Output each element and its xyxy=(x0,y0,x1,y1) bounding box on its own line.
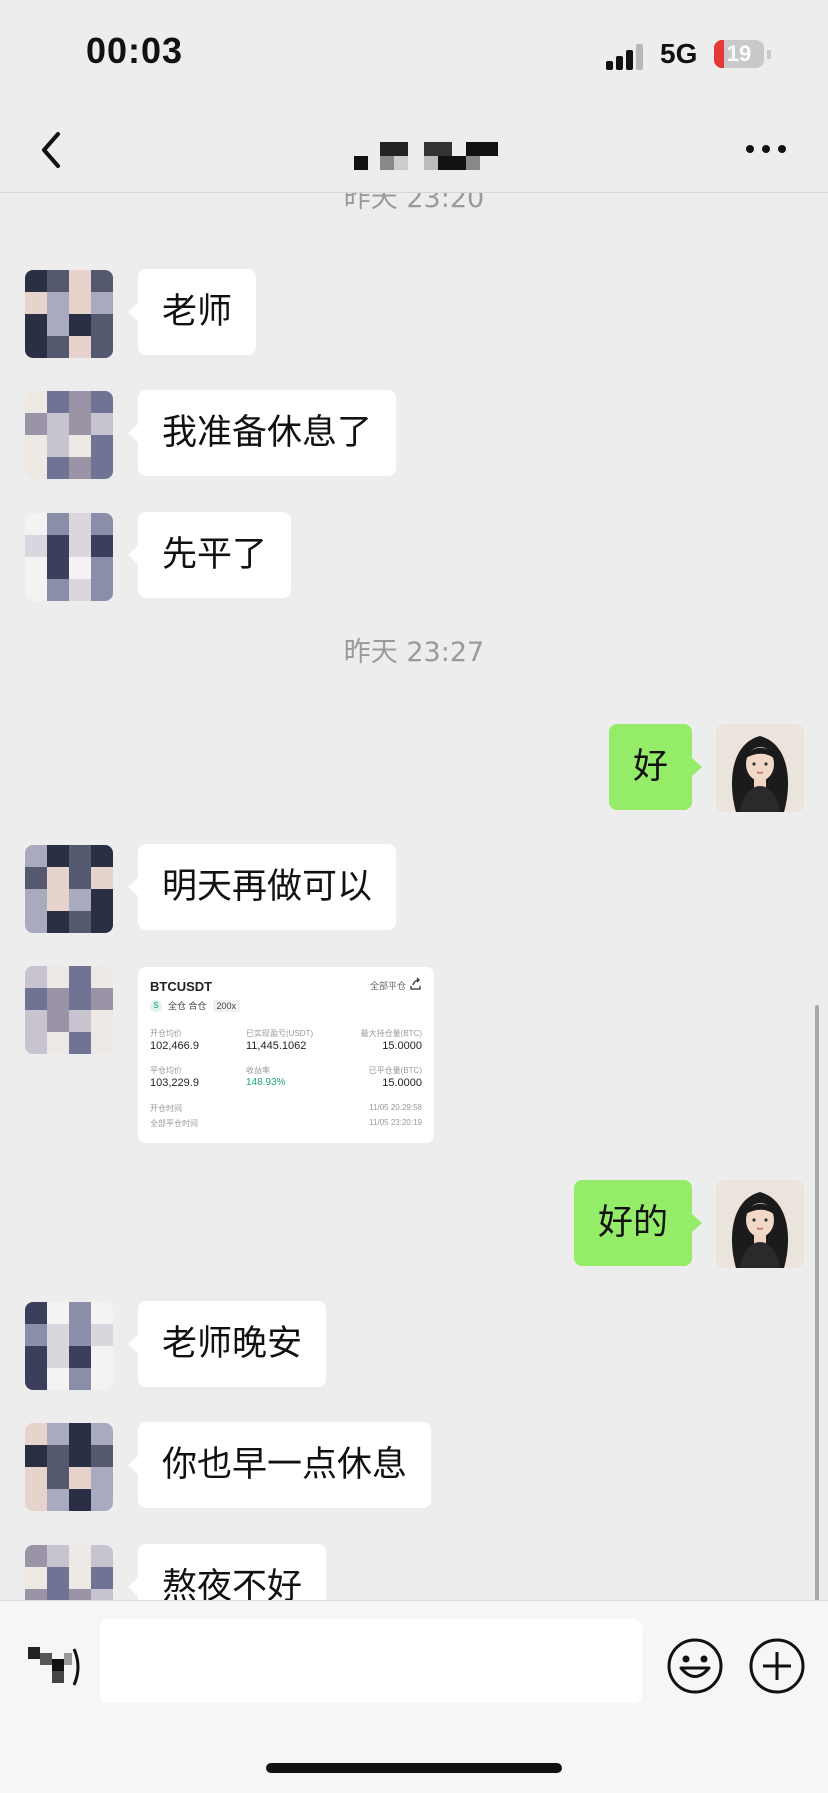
s-badge-icon: S xyxy=(150,999,162,1012)
contact-avatar[interactable] xyxy=(25,845,113,933)
plus-icon[interactable] xyxy=(748,1637,806,1695)
open-time-label: 开仓时间 xyxy=(150,1104,182,1113)
contact-avatar[interactable] xyxy=(25,1302,113,1390)
contact-avatar[interactable] xyxy=(25,513,113,601)
chevron-left-icon[interactable] xyxy=(34,130,70,170)
closed-qty: 15.0000 xyxy=(382,1077,422,1089)
my-message-bubble[interactable]: 好 xyxy=(608,724,703,810)
close-price-label: 平仓均价 xyxy=(150,1066,182,1075)
battery-level: 19 xyxy=(726,41,752,66)
closed-qty-label: 已平仓量(BTC) xyxy=(368,1066,422,1075)
message-bubble[interactable]: 我准备休息了 xyxy=(127,390,397,476)
timestamp: 昨天 23:20 xyxy=(343,193,485,214)
trade-screenshot-message[interactable]: BTCUSDT 全部平仓 S 全仓 合仓 200x 开仓均价 102,466.9… xyxy=(138,967,434,1143)
message-input[interactable] xyxy=(100,1619,642,1703)
my-message-bubble[interactable]: 好的 xyxy=(573,1180,703,1266)
trade-symbol: BTCUSDT xyxy=(150,979,213,994)
message-bubble[interactable]: 老师 xyxy=(127,269,257,355)
contact-avatar[interactable] xyxy=(25,966,113,1054)
close-price: 103,229.9 xyxy=(150,1077,199,1089)
contact-avatar[interactable] xyxy=(25,391,113,479)
open-time: 11/05 20:29:58 xyxy=(369,1103,422,1112)
contact-avatar[interactable] xyxy=(25,270,113,358)
message-bubble[interactable]: 明天再做可以 xyxy=(127,844,397,930)
realized-pnl-label: 已实现盈亏(USDT) xyxy=(246,1029,314,1038)
contact-avatar[interactable] xyxy=(25,1545,113,1600)
roi-label: 收益率 xyxy=(246,1066,270,1075)
my-avatar[interactable] xyxy=(716,1180,804,1268)
message-bubble[interactable]: 老师晚安 xyxy=(127,1301,327,1387)
max-position: 15.0000 xyxy=(382,1040,422,1052)
message-list[interactable]: 昨天 23:20 老师 我准备休息了 先平了 昨天 23:27 好 明天再做可以… xyxy=(0,193,828,1600)
roi-value: 148.93% xyxy=(246,1077,286,1088)
message-bubble[interactable]: 先平了 xyxy=(127,512,292,598)
close-time-label: 全部平仓时间 xyxy=(150,1119,198,1128)
network-type: 5G xyxy=(660,38,698,69)
leverage-tag: 200x xyxy=(212,999,241,1012)
home-indicator[interactable] xyxy=(266,1763,562,1773)
open-price: 102,466.9 xyxy=(150,1040,199,1052)
message-bubble[interactable]: 你也早一点休息 xyxy=(127,1422,432,1508)
battery-icon: 19 xyxy=(714,40,764,68)
max-position-label: 最大持仓量(BTC) xyxy=(360,1029,422,1038)
chat-header xyxy=(0,110,828,193)
contact-name-redacted xyxy=(350,140,510,170)
close-all-label: 全部平仓 xyxy=(369,981,406,991)
timestamp: 昨天 23:27 xyxy=(343,637,485,668)
input-bar xyxy=(0,1600,828,1793)
voice-icon[interactable] xyxy=(26,1639,82,1695)
margin-mode: 全仓 合仓 xyxy=(168,1001,207,1011)
realized-pnl: 11,445.1062 xyxy=(246,1040,307,1052)
signal-icon xyxy=(606,44,648,70)
share-icon xyxy=(410,977,421,990)
clock: 00:03 xyxy=(86,30,184,71)
position-tags: S 全仓 合仓 200x xyxy=(150,999,241,1012)
scrollbar[interactable] xyxy=(815,1005,819,1600)
open-price-label: 开仓均价 xyxy=(150,1029,182,1038)
contact-avatar[interactable] xyxy=(25,1423,113,1511)
my-avatar[interactable] xyxy=(716,724,804,812)
emoji-icon[interactable] xyxy=(666,1637,724,1695)
close-time: 11/05 23:20:19 xyxy=(369,1118,422,1127)
message-bubble[interactable]: 熬夜不好 xyxy=(127,1544,327,1600)
more-icon[interactable] xyxy=(746,140,790,160)
status-bar: 00:03 5G 19 xyxy=(0,0,828,110)
